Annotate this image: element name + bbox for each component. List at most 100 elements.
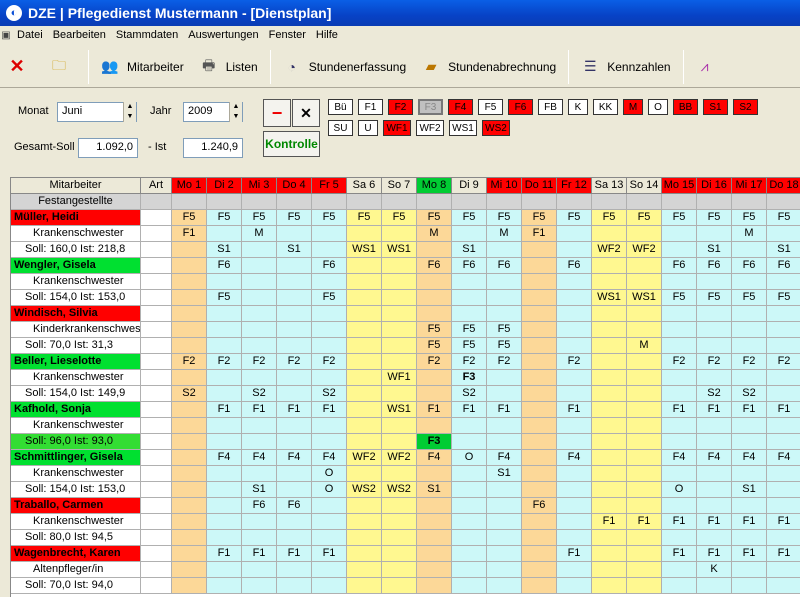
shift-cell[interactable] [697, 466, 732, 482]
shift-cell[interactable] [452, 466, 487, 482]
shift-cell[interactable] [662, 226, 697, 242]
shift-cell[interactable] [347, 530, 382, 546]
shift-button-kk[interactable]: KK [593, 99, 618, 115]
col-header-day[interactable]: So 7 [382, 178, 417, 194]
shift-cell[interactable] [347, 370, 382, 386]
shift-cell[interactable] [627, 546, 662, 562]
shift-cell[interactable]: F2 [767, 354, 800, 370]
shift-cell[interactable] [627, 530, 662, 546]
shift-cell[interactable]: F6 [732, 258, 767, 274]
shift-button-fb[interactable]: FB [538, 99, 563, 115]
art-cell[interactable] [141, 290, 172, 306]
shift-cell[interactable] [522, 242, 557, 258]
shift-cell[interactable] [732, 338, 767, 354]
shift-cell[interactable] [557, 562, 592, 578]
shift-cell[interactable] [172, 274, 207, 290]
shift-cell[interactable]: F5 [207, 290, 242, 306]
shift-cell[interactable] [312, 434, 347, 450]
shift-cell[interactable] [242, 274, 277, 290]
shift-cell[interactable] [172, 562, 207, 578]
shift-cell[interactable] [347, 578, 382, 594]
shift-cell[interactable] [347, 466, 382, 482]
shift-button-k[interactable]: K [568, 99, 588, 115]
shift-cell[interactable] [347, 386, 382, 402]
shift-cell[interactable] [697, 322, 732, 338]
shift-cell[interactable]: F2 [557, 354, 592, 370]
shift-cell[interactable] [662, 466, 697, 482]
shift-cell[interactable]: S1 [767, 242, 800, 258]
shift-cell[interactable] [172, 338, 207, 354]
shift-cell[interactable] [592, 530, 627, 546]
shift-cell[interactable] [207, 322, 242, 338]
shift-button-wf1[interactable]: WF1 [383, 120, 411, 136]
shift-cell[interactable] [452, 482, 487, 498]
shift-cell[interactable]: F1 [487, 402, 522, 418]
shift-cell[interactable] [242, 578, 277, 594]
shift-cell[interactable]: WS1 [627, 290, 662, 306]
shift-cell[interactable] [522, 450, 557, 466]
shift-cell[interactable] [312, 338, 347, 354]
shift-cell[interactable]: F1 [312, 546, 347, 562]
col-header-day[interactable]: Sa 6 [347, 178, 382, 194]
shift-cell[interactable] [767, 386, 800, 402]
shift-cell[interactable] [242, 418, 277, 434]
shift-cell[interactable]: F1 [452, 402, 487, 418]
art-cell[interactable] [141, 338, 172, 354]
shift-cell[interactable] [627, 562, 662, 578]
monat-select[interactable]: Juni ▲ ▼ [57, 102, 137, 122]
shift-cell[interactable] [592, 562, 627, 578]
art-cell[interactable] [141, 450, 172, 466]
shift-cell[interactable] [277, 306, 312, 322]
shift-cell[interactable]: F1 [767, 546, 800, 562]
shift-cell[interactable]: F6 [417, 258, 452, 274]
shift-cell[interactable]: S1 [487, 466, 522, 482]
shift-cell[interactable] [417, 418, 452, 434]
shift-cell[interactable] [417, 370, 452, 386]
shift-cell[interactable] [627, 434, 662, 450]
shift-cell[interactable] [277, 386, 312, 402]
shift-cell[interactable] [417, 578, 452, 594]
employee-name[interactable]: Wengler, Gisela [11, 258, 141, 274]
shift-cell[interactable]: S2 [697, 386, 732, 402]
shift-cell[interactable] [417, 530, 452, 546]
shift-cell[interactable]: F1 [242, 402, 277, 418]
shift-cell[interactable] [767, 578, 800, 594]
shift-cell[interactable]: F5 [452, 322, 487, 338]
shift-cell[interactable]: F5 [347, 210, 382, 226]
employee-name[interactable]: Traballo, Carmen [11, 498, 141, 514]
shift-cell[interactable] [662, 418, 697, 434]
shift-cell[interactable]: F5 [277, 210, 312, 226]
minus-button[interactable]: − [263, 99, 291, 127]
shift-cell[interactable] [627, 386, 662, 402]
art-cell[interactable] [141, 386, 172, 402]
shift-cell[interactable] [312, 274, 347, 290]
shift-cell[interactable] [767, 226, 800, 242]
shift-cell[interactable]: F6 [522, 498, 557, 514]
shift-cell[interactable] [487, 562, 522, 578]
col-header-day[interactable]: Sa 13 [592, 178, 627, 194]
shift-cell[interactable] [732, 370, 767, 386]
shift-cell[interactable]: F5 [697, 210, 732, 226]
shift-cell[interactable] [697, 338, 732, 354]
shift-button-s1[interactable]: S1 [703, 99, 728, 115]
shift-cell[interactable]: F1 [732, 546, 767, 562]
art-cell[interactable] [141, 402, 172, 418]
shift-cell[interactable] [382, 354, 417, 370]
shift-cell[interactable] [697, 498, 732, 514]
shift-cell[interactable] [452, 498, 487, 514]
shift-cell[interactable] [522, 434, 557, 450]
shift-button-bü[interactable]: Bü [328, 99, 353, 115]
art-cell[interactable] [141, 258, 172, 274]
shift-cell[interactable] [557, 242, 592, 258]
art-cell[interactable] [141, 306, 172, 322]
shift-button-o[interactable]: O [648, 99, 668, 115]
shift-cell[interactable]: S2 [732, 386, 767, 402]
col-header-day[interactable]: Di 2 [207, 178, 242, 194]
shift-cell[interactable] [207, 562, 242, 578]
shift-cell[interactable] [277, 418, 312, 434]
shift-cell[interactable] [242, 514, 277, 530]
shift-cell[interactable] [312, 530, 347, 546]
shift-cell[interactable] [452, 514, 487, 530]
shift-cell[interactable] [487, 242, 522, 258]
shift-cell[interactable] [662, 322, 697, 338]
